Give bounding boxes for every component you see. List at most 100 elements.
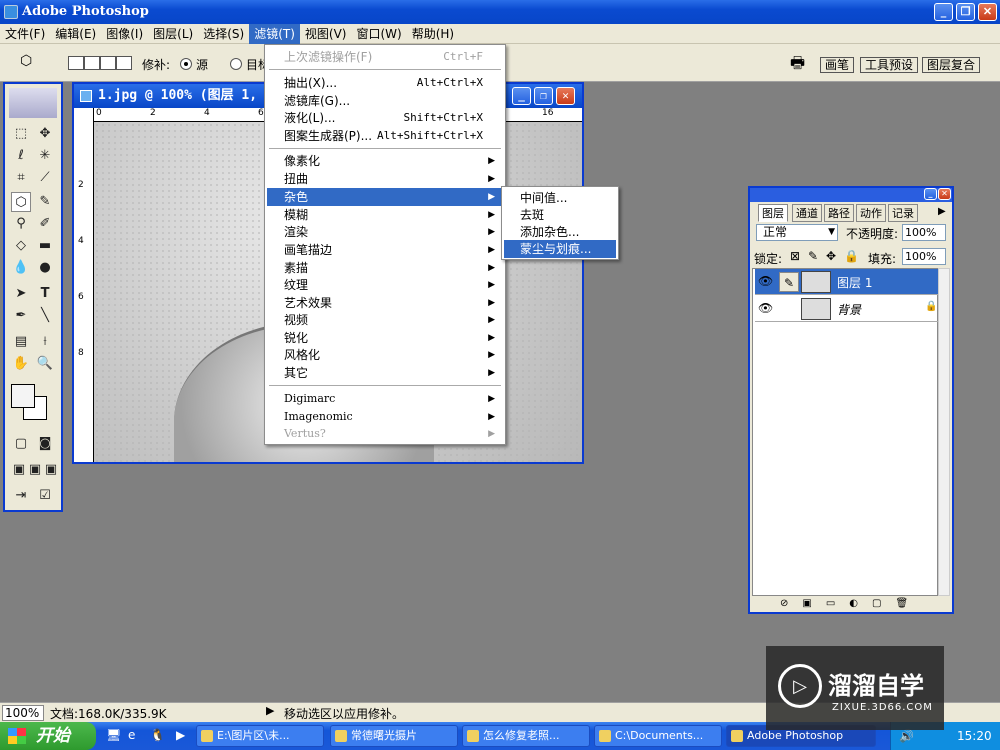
eraser-tool-icon[interactable]: ◇ — [11, 236, 31, 256]
gradient-tool-icon[interactable]: ▬ — [35, 236, 55, 256]
status-arrow-icon[interactable]: ▶ — [266, 704, 274, 717]
lock-all-icon[interactable]: 🔒 — [844, 249, 859, 263]
jump-to-imageready-icon[interactable]: ⇥ — [11, 486, 31, 506]
fill-field[interactable]: 100% — [902, 248, 946, 265]
menu-item-texture[interactable]: 纹理 ▶ — [267, 276, 503, 294]
panel-menu-arrow-icon[interactable]: ▶ — [938, 206, 946, 217]
tab-layers[interactable]: 图层 — [758, 204, 788, 222]
tab-paths[interactable]: 路径 — [824, 204, 854, 222]
quick-mask-icon[interactable]: ◙ — [35, 434, 55, 454]
subtract-selection-icon[interactable] — [100, 56, 116, 70]
eye-icon[interactable]: 👁 — [758, 301, 773, 315]
history-brush-icon[interactable]: ✐ — [35, 214, 55, 234]
menu-item-distort[interactable]: 扭曲 ▶ — [267, 170, 503, 188]
target-radio[interactable] — [230, 58, 242, 70]
submenu-median[interactable]: 中间值... — [504, 189, 616, 207]
layers-footer-buttons[interactable]: ⊘▣▭◐▢🗑 — [750, 598, 952, 612]
maximize-button[interactable]: ❐ — [956, 3, 975, 21]
lock-pixels-icon[interactable]: ✎ — [808, 249, 818, 263]
menu-item-liquify[interactable]: 液化(L)... Shift+Ctrl+X — [267, 109, 503, 127]
patch-tool-icon-selected[interactable]: ⬡ — [11, 192, 31, 212]
crop-tool-icon[interactable]: ⌗ — [11, 168, 31, 188]
taskbar-item[interactable]: 怎么修复老照... — [462, 725, 590, 747]
doc-close-button[interactable]: ✕ — [556, 87, 575, 105]
opacity-field[interactable]: 100% — [902, 224, 946, 241]
path-select-icon[interactable]: ➤ — [11, 284, 31, 304]
tab-channels[interactable]: 通道 — [792, 204, 822, 222]
submenu-add-noise[interactable]: 添加杂色... — [504, 223, 616, 241]
intersect-selection-icon[interactable] — [116, 56, 132, 70]
add-selection-icon[interactable] — [84, 56, 100, 70]
menu-item-brush-strokes[interactable]: 画笔描边 ▶ — [267, 241, 503, 259]
menu-filter[interactable]: 滤镜(T) — [249, 23, 300, 44]
layer-row[interactable]: 👁 ✎ 图层 1 — [755, 269, 941, 295]
panel-minimize-button[interactable]: _ — [924, 188, 937, 200]
source-radio[interactable] — [180, 58, 192, 70]
zoom-tool-icon[interactable]: 🔍 — [35, 354, 55, 374]
eye-icon[interactable]: 👁 — [758, 274, 773, 288]
submenu-despeckle[interactable]: 去斑 — [504, 206, 616, 224]
menu-item-filter-gallery[interactable]: 滤镜库(G)... — [267, 92, 503, 110]
menu-item-blur[interactable]: 模糊 ▶ — [267, 206, 503, 224]
menu-select[interactable]: 选择(S) — [198, 24, 249, 44]
magic-wand-icon[interactable]: ✳ — [35, 146, 55, 166]
patch-tool-icon[interactable]: ⬡ — [20, 53, 32, 69]
taskbar-item[interactable]: C:\Documents... — [594, 725, 722, 747]
standard-mode-icon[interactable]: ▢ — [11, 434, 31, 454]
tab-history[interactable]: 记录 — [888, 204, 918, 222]
zoom-field[interactable]: 100% — [2, 705, 44, 721]
media-icon[interactable]: ▶ — [176, 728, 185, 742]
taskbar-item[interactable]: 常德曙光摄片 — [330, 725, 458, 747]
menu-item-extract[interactable]: 抽出(X)... Alt+Ctrl+X — [267, 74, 503, 92]
menu-item-video[interactable]: 视频 ▶ — [267, 311, 503, 329]
line-tool-icon[interactable]: ╲ — [35, 306, 55, 326]
lock-position-icon[interactable]: ✥ — [826, 249, 836, 263]
slice-tool-icon[interactable]: ⟋ — [35, 168, 55, 188]
menu-view[interactable]: 视图(V) — [300, 24, 352, 44]
menu-image[interactable]: 图像(I) — [101, 24, 148, 44]
doc-minimize-button[interactable]: _ — [512, 87, 531, 105]
lasso-tool-icon[interactable]: ℓ — [11, 146, 31, 166]
move-tool-icon[interactable]: ✥ — [35, 124, 55, 144]
brush-tool-icon[interactable]: ✎ — [35, 192, 55, 212]
notes-tool-icon[interactable]: ▤ — [11, 332, 31, 352]
menu-item-pixelate[interactable]: 像素化 ▶ — [267, 152, 503, 170]
type-tool-icon[interactable]: T — [35, 284, 55, 304]
foreground-color-swatch[interactable] — [11, 384, 35, 408]
qq-icon[interactable]: 🐧 — [150, 728, 165, 742]
menu-edit[interactable]: 编辑(E) — [50, 24, 101, 44]
menu-item-digimarc[interactable]: Digimarc ▶ — [267, 390, 503, 408]
start-button[interactable]: 开始 — [0, 722, 96, 750]
lock-transparency-icon[interactable]: ⊠ — [790, 249, 800, 263]
menu-item-sketch[interactable]: 素描 ▶ — [267, 259, 503, 277]
menu-item-artistic[interactable]: 艺术效果 ▶ — [267, 294, 503, 312]
tab-actions[interactable]: 动作 — [856, 204, 886, 222]
doc-maximize-button[interactable]: ❐ — [534, 87, 553, 105]
menu-help[interactable]: 帮助(H) — [407, 24, 459, 44]
dodge-tool-icon[interactable]: ● — [35, 258, 55, 278]
menu-window[interactable]: 窗口(W) — [351, 24, 406, 44]
edit-in-imageready-icon[interactable]: ☑ — [35, 486, 55, 506]
stamp-tool-icon[interactable]: ⚲ — [11, 214, 31, 234]
menu-item-noise[interactable]: 杂色 ▶ — [267, 188, 503, 206]
menu-item-pattern-maker[interactable]: 图案生成器(P)... Alt+Shift+Ctrl+X — [267, 127, 503, 145]
submenu-dust-scratches[interactable]: 蒙尘与划痕... — [504, 240, 616, 258]
minimize-button[interactable]: _ — [934, 3, 953, 21]
hand-tool-icon[interactable]: ✋ — [11, 354, 31, 374]
layer-row[interactable]: 👁 背景 🔒 — [755, 296, 941, 322]
menu-item-imagenomic[interactable]: Imagenomic ▶ — [267, 408, 503, 426]
pen-tool-icon[interactable]: ✒ — [11, 306, 31, 326]
quicklaunch-icon[interactable]: 🖥 — [106, 728, 121, 742]
layers-scrollbar[interactable] — [938, 268, 950, 596]
menu-file[interactable]: 文件(F) — [0, 24, 50, 44]
close-button[interactable]: ✕ — [978, 3, 997, 21]
menu-item-sharpen[interactable]: 锐化 ▶ — [267, 329, 503, 347]
menu-layer[interactable]: 图层(L) — [148, 24, 198, 44]
eyedropper-icon[interactable]: ⟊ — [35, 332, 55, 352]
ie-icon[interactable]: e — [128, 728, 135, 742]
tab-brushes[interactable]: 画笔 — [820, 57, 855, 73]
taskbar-item[interactable]: E:\图片区\未... — [196, 725, 324, 747]
screen-mode-full-icon[interactable]: ▣ — [41, 460, 61, 480]
tab-tool-presets[interactable]: 工具预设 — [860, 57, 919, 73]
new-selection-icon[interactable] — [68, 56, 84, 70]
